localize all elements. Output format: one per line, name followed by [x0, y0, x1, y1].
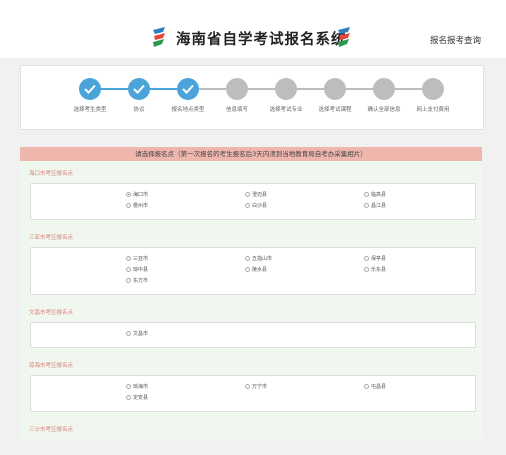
step-circle — [177, 78, 199, 100]
radio-option-label: 澄迈县 — [252, 192, 268, 198]
region-label: 琼海市考区报名点 — [29, 363, 74, 369]
check-icon — [133, 84, 145, 94]
radio-option[interactable]: 文昌市 — [126, 330, 148, 337]
region-label: 海口市考区报名点 — [29, 171, 74, 177]
radio-button[interactable] — [364, 267, 369, 272]
step-circle — [324, 78, 346, 100]
app-header: 海南省自学考试报名系统 报名报考查询 — [0, 0, 506, 58]
step-connector — [101, 88, 128, 90]
step-circle — [79, 78, 101, 100]
radio-option-label: 定安县 — [133, 395, 149, 401]
check-icon — [84, 84, 96, 94]
radio-button[interactable] — [126, 395, 131, 400]
radio-button[interactable] — [364, 256, 369, 261]
step-connector — [248, 88, 275, 90]
notice-banner: 请选择报名点（第一次报名的考生报名后3天内须到当地教育局自考办采集相片） — [20, 147, 482, 161]
radio-option[interactable]: 儋州市 — [126, 202, 148, 209]
query-link[interactable]: 报名报考查询 — [430, 34, 481, 46]
radio-button[interactable] — [126, 192, 131, 197]
radio-option[interactable]: 陵水县 — [245, 266, 267, 273]
radio-button[interactable] — [126, 256, 131, 261]
region-label: 三沙市考区报名点 — [29, 427, 74, 433]
radio-option[interactable]: 东方市 — [126, 277, 148, 284]
radio-button[interactable] — [126, 384, 131, 389]
radio-button[interactable] — [245, 267, 250, 272]
radio-option-label: 三亚市 — [133, 256, 149, 262]
radio-button[interactable] — [245, 256, 250, 261]
step-connector — [199, 88, 226, 90]
step-connector — [346, 88, 373, 90]
region-label: 文昌市考区报名点 — [29, 310, 74, 316]
step-circle — [128, 78, 150, 100]
logo-icon — [335, 26, 353, 48]
radio-option-label: 临高县 — [371, 192, 387, 198]
step-circle — [422, 78, 444, 100]
step-circle — [275, 78, 297, 100]
radio-option-label: 五指山市 — [252, 256, 273, 262]
radio-button[interactable] — [245, 192, 250, 197]
check-icon — [182, 84, 194, 94]
radio-option[interactable]: 乐东县 — [364, 266, 386, 273]
radio-option[interactable]: 澄迈县 — [245, 191, 267, 198]
region-label: 三亚市考区报名点 — [29, 235, 74, 241]
radio-option-label: 文昌市 — [133, 331, 149, 337]
radio-option[interactable]: 琼中县 — [126, 266, 148, 273]
radio-button[interactable] — [245, 203, 250, 208]
radio-option-label: 万宁市 — [252, 384, 268, 390]
radio-option-label: 白沙县 — [252, 203, 268, 209]
radio-option-label: 海口市 — [133, 192, 149, 198]
region-options-box: 三亚市 五指山市 保亭县琼中县 陵水县 乐东县东方市 — [30, 247, 476, 295]
radio-option[interactable]: 三亚市 — [126, 255, 148, 262]
radio-option-label: 乐东县 — [371, 267, 387, 273]
radio-button[interactable] — [126, 278, 131, 283]
radio-button[interactable] — [364, 203, 369, 208]
radio-option-label: 屯昌县 — [371, 384, 387, 390]
radio-button[interactable] — [126, 203, 131, 208]
radio-option[interactable]: 海口市 — [126, 191, 148, 198]
progress-steps: 选择考生类型 协议 报名地点类型 信息填写 选择考试专业 选择考试课程 确认全部信息 网上支付… — [20, 65, 484, 130]
radio-option-label: 琼中县 — [133, 267, 149, 273]
region-options-box: 琼海市 万宁市 屯昌县定安县 — [30, 375, 476, 412]
region-options-box: 文昌市 — [30, 322, 476, 348]
radio-option[interactable]: 五指山市 — [245, 255, 272, 262]
radio-option[interactable]: 临高县 — [364, 191, 386, 198]
radio-option[interactable]: 万宁市 — [245, 383, 267, 390]
logo-icon — [150, 26, 168, 48]
radio-option-label: 琼海市 — [133, 384, 149, 390]
radio-option[interactable]: 屯昌县 — [364, 383, 386, 390]
radio-option[interactable]: 白沙县 — [245, 202, 267, 209]
radio-button[interactable] — [126, 267, 131, 272]
radio-button[interactable] — [126, 331, 131, 336]
step-label: 网上支付费用 — [416, 107, 450, 113]
step-connector — [150, 88, 177, 90]
step-connector — [395, 88, 422, 90]
radio-button[interactable] — [245, 384, 250, 389]
radio-option[interactable]: 昌江县 — [364, 202, 386, 209]
radio-button[interactable] — [364, 192, 369, 197]
radio-option[interactable]: 琼海市 — [126, 383, 148, 390]
step-circle — [373, 78, 395, 100]
radio-option[interactable]: 保亭县 — [364, 255, 386, 262]
step-circle — [226, 78, 248, 100]
radio-option-label: 保亭县 — [371, 256, 387, 262]
radio-option-label: 陵水县 — [252, 267, 268, 273]
radio-option-label: 昌江县 — [371, 203, 387, 209]
radio-option-label: 东方市 — [133, 278, 149, 284]
registration-form: 请选择报名点（第一次报名的考生报名后3天内须到当地教育局自考办采集相片） 海口市… — [20, 147, 482, 439]
step-connector — [297, 88, 324, 90]
radio-button[interactable] — [364, 384, 369, 389]
radio-option[interactable]: 定安县 — [126, 394, 148, 401]
radio-option-label: 儋州市 — [133, 203, 149, 209]
region-options-box: 海口市 澄迈县 临高县儋州市 白沙县 昌江县 — [30, 183, 476, 220]
page-title: 海南省自学考试报名系统 — [176, 31, 347, 48]
